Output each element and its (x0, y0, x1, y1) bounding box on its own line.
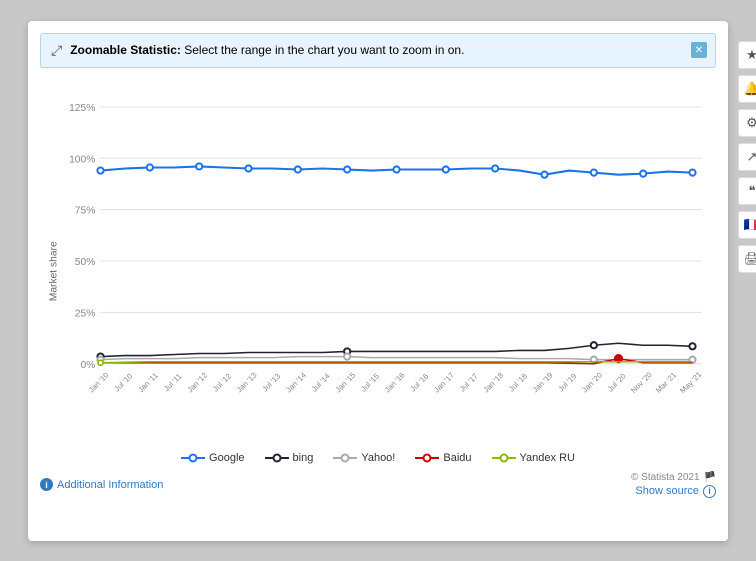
legend-baidu-label: Baidu (443, 452, 471, 464)
quote-icon[interactable]: ❝ (738, 177, 756, 205)
google-dot (591, 169, 597, 175)
y-tick-100: 100% (69, 154, 95, 165)
legend-bing-label: bing (293, 452, 314, 464)
show-source-link[interactable]: Show source i (635, 485, 716, 498)
x-tick-19: Jul '19 (556, 371, 578, 393)
google-dot (640, 170, 646, 176)
share-icon[interactable]: ↗ (738, 143, 756, 171)
google-dot (344, 166, 350, 172)
x-tick-18: Jan '19 (531, 370, 555, 394)
bing-dot (591, 342, 597, 348)
google-dot (147, 164, 153, 170)
y-tick-0: 0% (81, 359, 96, 370)
zoom-icon: ⤢ (51, 42, 62, 59)
banner-title: Zoomable Statistic: (70, 43, 181, 57)
x-tick-4: Jan '12 (186, 370, 210, 394)
y-tick-125: 125% (69, 102, 95, 113)
google-dot (689, 169, 695, 175)
google-dot (443, 166, 449, 172)
x-tick-8: Jan '14 (284, 370, 308, 394)
x-tick-23: Mar '21 (654, 370, 678, 394)
x-tick-20: Jan '20 (580, 370, 604, 394)
legend-yahoo: Yahoo! (333, 452, 395, 464)
google-dot (541, 171, 547, 177)
legend-bing: bing (265, 452, 314, 464)
x-tick-1: Jul '10 (112, 371, 134, 393)
legend-google-label: Google (209, 452, 244, 464)
google-dot (393, 166, 399, 172)
gear-icon[interactable]: ⚙ (738, 109, 756, 137)
additional-info-link[interactable]: i Additional Information (40, 478, 163, 491)
flag-small-icon: 🏴 (704, 472, 716, 483)
copyright-label: © Statista 2021 (631, 472, 700, 483)
x-tick-14: Jan '17 (432, 370, 456, 394)
print-icon[interactable]: 🖨 (738, 245, 756, 273)
x-tick-2: Jan '11 (136, 370, 159, 393)
zoom-banner: ⤢ Zoomable Statistic: Select the range i… (40, 33, 716, 68)
y-tick-75: 75% (75, 205, 96, 216)
google-dot (492, 165, 498, 171)
sidebar-icons: ★ 🔔 ⚙ ↗ ❝ 🇫🇷 🖨 (738, 41, 756, 273)
info-circle-icon: i (703, 485, 716, 498)
y-tick-25: 25% (75, 308, 96, 319)
x-tick-12: Jan '16 (383, 370, 407, 394)
x-tick-3: Jul '11 (162, 371, 184, 393)
yahoo-line (101, 356, 693, 359)
x-tick-11: Jul '15 (359, 371, 381, 393)
x-tick-5: Jul '12 (211, 371, 233, 393)
x-tick-7: Jul '13 (260, 371, 282, 393)
legend-yandex-label: Yandex RU (520, 452, 575, 464)
google-dot (97, 167, 103, 173)
yahoo-dot (344, 353, 350, 359)
yandex-dot (98, 360, 103, 365)
x-tick-22: Nov '20 (629, 370, 654, 395)
google-dot (245, 165, 251, 171)
chart-card: ★ 🔔 ⚙ ↗ ❝ 🇫🇷 🖨 ⤢ Zoomable Statistic: Sel… (28, 21, 728, 541)
show-source-text: Show source (635, 485, 699, 497)
x-tick-16: Jan '18 (482, 370, 506, 394)
chart-footer: i Additional Information © Statista 2021… (40, 472, 716, 498)
banner-text: Zoomable Statistic: Select the range in … (70, 43, 464, 57)
x-tick-10: Jan '15 (334, 370, 358, 394)
footer-right: © Statista 2021 🏴 Show source i (631, 472, 716, 498)
chart-legend: Google bing Yahoo! Baidu (40, 452, 716, 464)
bing-line (101, 343, 693, 356)
bing-dot (689, 343, 695, 349)
x-tick-21: Jul '20 (606, 371, 628, 393)
legend-yahoo-label: Yahoo! (361, 452, 395, 464)
chart-svg: Market share 125% 100% 75% 50% 25% 0% Ja… (40, 76, 716, 446)
copyright-text: © Statista 2021 🏴 (631, 472, 716, 483)
info-icon: i (40, 478, 53, 491)
additional-info-text: Additional Information (57, 479, 163, 491)
legend-google: Google (181, 452, 244, 464)
x-tick-17: Jul '18 (507, 371, 529, 393)
google-dot (295, 166, 301, 172)
google-dot (196, 163, 202, 169)
x-tick-9: Jul '14 (310, 371, 332, 393)
bell-icon[interactable]: 🔔 (738, 75, 756, 103)
x-tick-15: Jul '17 (458, 371, 480, 393)
banner-close-button[interactable]: ✕ (691, 42, 707, 58)
x-tick-24: May '21 (678, 369, 703, 394)
x-tick-13: Jul '16 (408, 371, 430, 393)
banner-description: Select the range in the chart you want t… (184, 43, 464, 57)
star-icon[interactable]: ★ (738, 41, 756, 69)
x-tick-6: Jan '13 (235, 370, 259, 394)
x-tick-0: Jan '10 (87, 370, 111, 394)
y-tick-50: 50% (75, 257, 96, 268)
legend-yandex: Yandex RU (492, 452, 575, 464)
legend-baidu: Baidu (415, 452, 471, 464)
y-axis-label: Market share (48, 241, 59, 301)
chart-area[interactable]: Market share 125% 100% 75% 50% 25% 0% Ja… (40, 76, 716, 446)
flag-icon[interactable]: 🇫🇷 (738, 211, 756, 239)
